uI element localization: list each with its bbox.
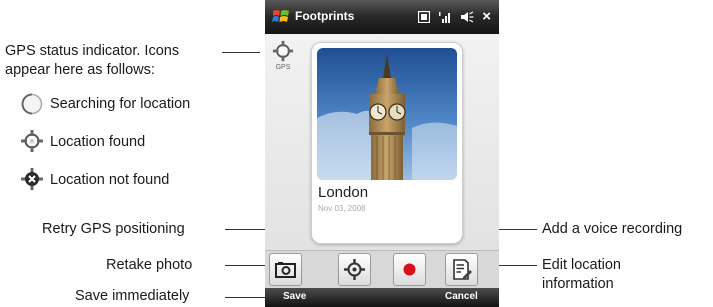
gps-label: GPS [275, 64, 291, 71]
place-name: London [318, 184, 369, 201]
location-not-found-icon [21, 168, 43, 190]
location-found-label: Location found [50, 134, 146, 150]
voice-record-button[interactable] [393, 253, 426, 286]
softkey-bar: Save Cancel [265, 288, 499, 307]
phone-screen: Footprints × GPS London Nov 03, 2008 Sav… [265, 0, 499, 307]
big-ben-photo [317, 48, 457, 180]
windows-logo-icon[interactable] [272, 8, 290, 26]
gps-status-leader [222, 52, 260, 53]
status-tray: × [418, 9, 491, 25]
gps-status-annotation-line1: GPS status indicator. Icons [5, 43, 180, 59]
searching-label: Searching for location [50, 96, 191, 112]
retake-photo-leader [225, 265, 267, 266]
edit-location-annotation-line1: Edit location [542, 257, 621, 273]
edit-location-leader [497, 265, 537, 266]
place-date: Nov 03, 2008 [318, 204, 366, 213]
record-icon [403, 263, 416, 276]
volume-icon[interactable] [460, 11, 474, 23]
connection-icon[interactable] [418, 11, 431, 23]
edit-location-annotation-line2: information [542, 276, 614, 292]
save-annotation: Save immediately [75, 288, 190, 304]
footprint-content: GPS London Nov 03, 2008 [265, 34, 499, 250]
save-softkey[interactable]: Save [283, 291, 306, 302]
gps-status-annotation-line2: appear here as follows: [5, 62, 155, 78]
save-leader [225, 297, 267, 298]
retake-photo-annotation: Retake photo [106, 257, 193, 273]
location-not-found-label: Location not found [50, 172, 170, 188]
retry-gps-annotation: Retry GPS positioning [42, 221, 185, 237]
close-icon[interactable]: × [482, 9, 491, 25]
app-title: Footprints [295, 9, 355, 23]
location-found-icon [272, 40, 294, 62]
title-bar: Footprints × [265, 0, 499, 34]
gps-target-icon [344, 259, 365, 280]
footprint-photo[interactable] [317, 48, 457, 180]
location-found-icon [21, 130, 43, 152]
retake-photo-button[interactable] [269, 253, 302, 286]
edit-location-button[interactable] [445, 253, 478, 286]
voice-annotation: Add a voice recording [542, 221, 683, 237]
cancel-softkey[interactable]: Cancel [445, 291, 478, 302]
footprint-card[interactable]: London Nov 03, 2008 [311, 42, 463, 244]
signal-icon[interactable] [438, 11, 452, 23]
edit-note-icon [453, 259, 472, 280]
footprint-toolbar [265, 250, 499, 289]
edit-location-annotation: Edit location information [542, 256, 621, 294]
retry-gps-button[interactable] [338, 253, 371, 286]
searching-icon [21, 93, 43, 115]
gps-status-annotation: GPS status indicator. Icons appear here … [5, 42, 179, 80]
gps-status-indicator[interactable]: GPS [271, 38, 295, 78]
camera-icon [275, 262, 296, 278]
